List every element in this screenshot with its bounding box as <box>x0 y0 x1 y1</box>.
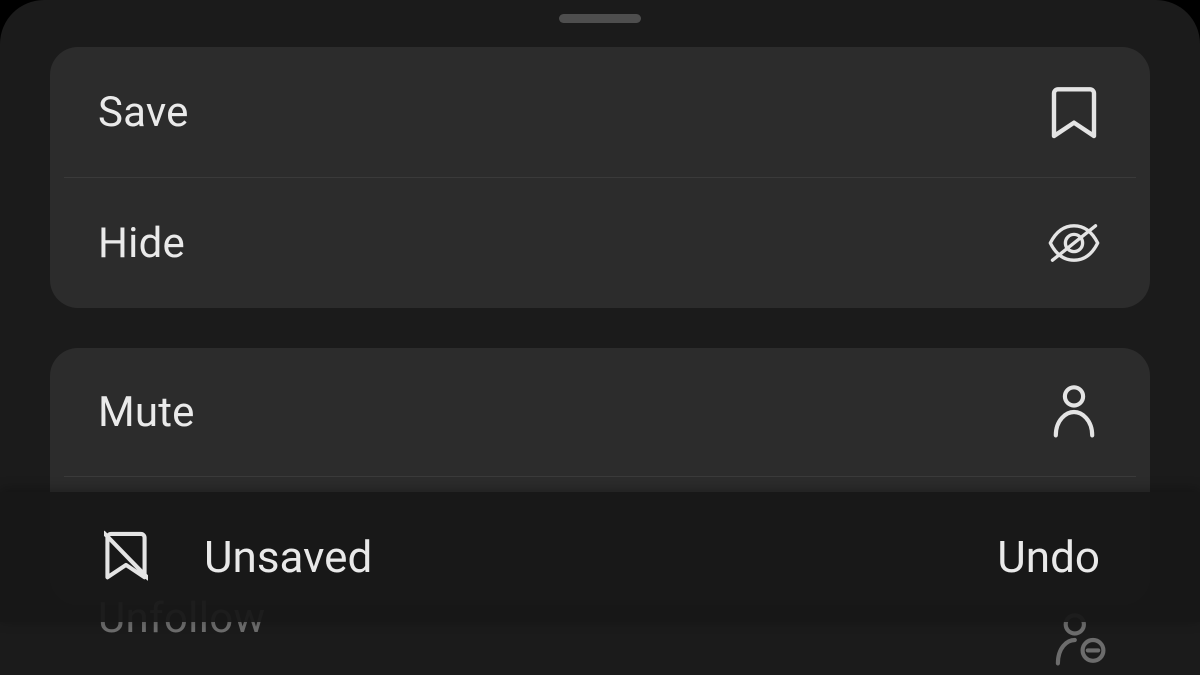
undo-button[interactable]: Undo <box>997 531 1100 583</box>
option-group-1: Save Hide <box>50 47 1150 308</box>
bookmark-remove-icon <box>104 529 148 585</box>
save-label: Save <box>98 88 189 137</box>
drag-handle-area[interactable] <box>0 0 1200 47</box>
bookmark-icon <box>1046 84 1102 140</box>
save-row[interactable]: Save <box>50 47 1150 177</box>
mute-row[interactable]: Mute <box>50 348 1150 476</box>
bottom-sheet: Save Hide Mute <box>0 0 1200 675</box>
hide-label: Hide <box>98 219 185 268</box>
toast-message: Unsaved <box>204 531 372 583</box>
hide-row[interactable]: Hide <box>50 178 1150 308</box>
drag-handle[interactable] <box>559 14 641 23</box>
person-circle-icon <box>1046 384 1102 440</box>
mute-label: Mute <box>98 388 195 437</box>
toast: Unsaved Undo <box>0 492 1200 622</box>
toast-left: Unsaved <box>104 529 372 585</box>
eye-off-icon <box>1046 215 1102 271</box>
